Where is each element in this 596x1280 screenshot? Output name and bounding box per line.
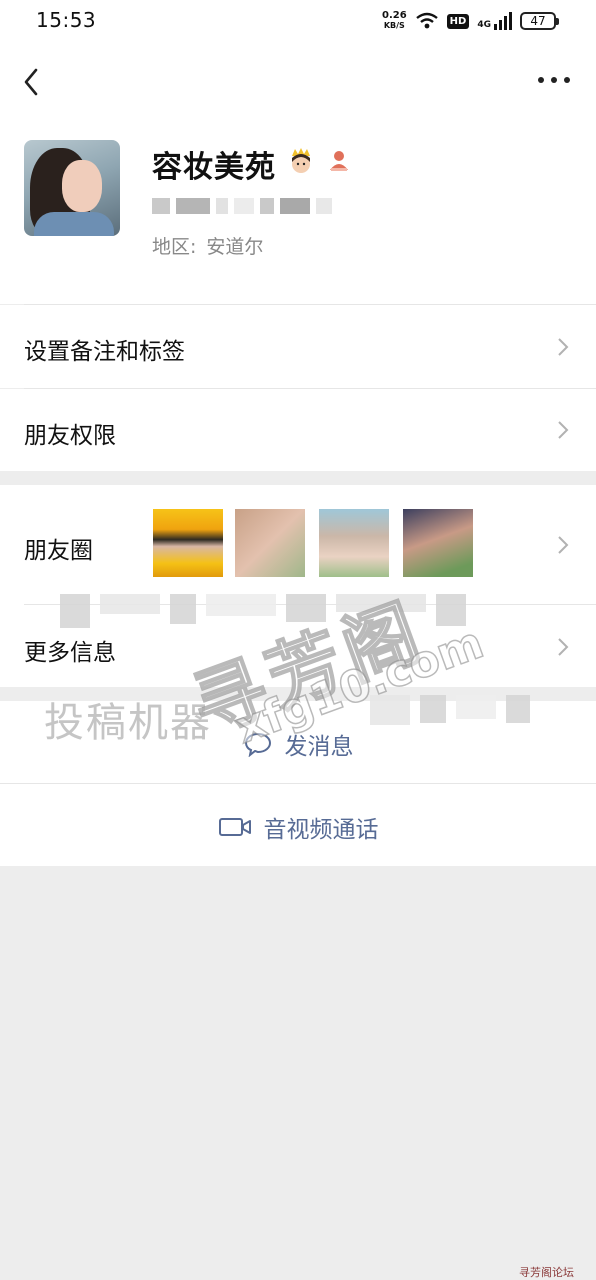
chevron-right-icon <box>558 536 569 554</box>
watermark-corner: 寻芳阁论坛 <box>519 1266 574 1279</box>
menu-item-label: 设置备注和标签 <box>24 339 185 365</box>
gender-person-icon <box>330 151 348 171</box>
menu-item-label: 更多信息 <box>24 640 116 666</box>
video-camera-icon <box>218 818 251 836</box>
chevron-right-icon <box>558 338 569 356</box>
battery-icon: 47 <box>520 12 559 30</box>
moments-photo <box>403 509 473 577</box>
avatar[interactable] <box>24 140 120 236</box>
profile-header: 容妆美苑 地区: 安道尔 <box>0 122 596 304</box>
moments-photo <box>235 509 305 577</box>
region-info: 地区: 安道尔 <box>152 236 264 258</box>
moments-photo <box>153 509 223 577</box>
status-time: 15:53 <box>36 8 97 32</box>
nav-bar <box>0 42 596 122</box>
menu-item-label: 朋友圈 <box>24 538 93 564</box>
wechat-id-redacted <box>152 198 362 214</box>
chevron-right-icon <box>558 421 569 439</box>
menu-item-friend-permissions[interactable]: 朋友权限 <box>0 389 596 471</box>
menu-item-label: 朋友权限 <box>24 423 116 449</box>
more-options-icon[interactable] <box>538 72 570 88</box>
princess-emoji-icon <box>292 148 310 173</box>
moments-photo <box>319 509 389 577</box>
send-message-label: 发消息 <box>284 734 354 760</box>
section-gap <box>0 471 596 485</box>
redaction-blur <box>60 594 466 628</box>
chat-bubble-icon <box>244 732 271 757</box>
wifi-icon <box>415 12 438 29</box>
av-call-label: 音视频通话 <box>263 817 379 843</box>
signal-icon: 4G <box>477 12 512 30</box>
net-speed: 0.26 KB/S <box>381 10 407 31</box>
av-call-button[interactable]: 音视频通话 <box>0 784 596 866</box>
nickname: 容妆美苑 <box>152 150 276 185</box>
status-icons: 0.26 KB/S HD 4G 47 <box>381 8 559 34</box>
menu-item-remark-tags[interactable]: 设置备注和标签 <box>0 305 596 388</box>
status-bar: 15:53 0.26 KB/S HD 4G 47 <box>0 0 596 42</box>
back-arrow-icon[interactable] <box>18 64 48 100</box>
hd-badge: HD <box>446 13 470 29</box>
chevron-right-icon <box>558 638 569 656</box>
redaction-blur <box>370 695 530 725</box>
